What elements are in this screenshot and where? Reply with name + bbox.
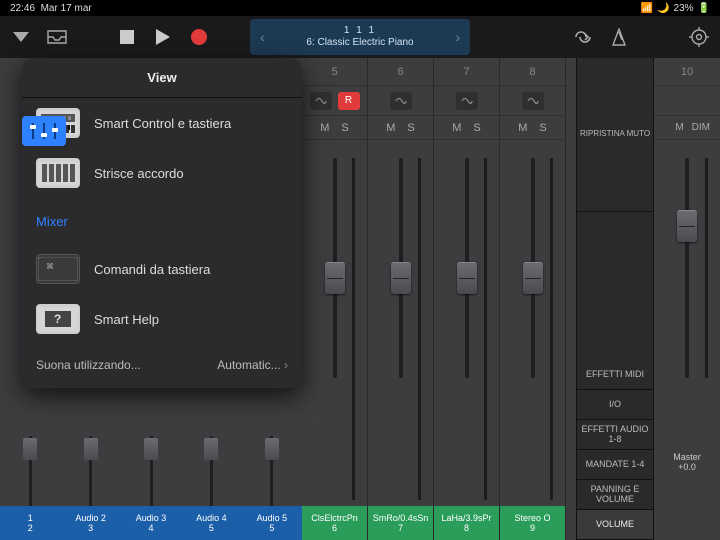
status-date: Mar 17 mar bbox=[41, 3, 92, 14]
volume-fader[interactable] bbox=[333, 158, 337, 378]
metronome-icon[interactable] bbox=[608, 26, 630, 48]
view-menu-item-chords[interactable]: Strisce accordo bbox=[22, 148, 302, 198]
solo-button[interactable]: S bbox=[539, 122, 546, 134]
channel-strip: 6 MS SmRo/0.4sSn7 bbox=[368, 58, 434, 540]
level-meter bbox=[352, 158, 355, 500]
channel-footer[interactable]: LaHa/3.9sPr8 bbox=[434, 506, 499, 540]
mixer-icon bbox=[22, 116, 66, 146]
mute-button[interactable]: M bbox=[452, 122, 461, 134]
view-menu-item-mixer[interactable]: Mixer bbox=[22, 198, 302, 244]
channel-footer[interactable]: ClsElctrcPn6 bbox=[302, 506, 367, 540]
level-meter bbox=[550, 158, 553, 500]
mute-button[interactable]: M bbox=[518, 122, 527, 134]
play-using-value: Automatic... bbox=[217, 358, 280, 372]
play-button[interactable] bbox=[152, 26, 174, 48]
master-meter bbox=[705, 158, 708, 378]
inbox-icon[interactable] bbox=[46, 26, 68, 48]
input-monitor-button[interactable] bbox=[310, 92, 332, 110]
lcd-position: 1 1 1 bbox=[306, 25, 413, 37]
help-icon: ? bbox=[36, 304, 80, 334]
status-bar: 22:46 Mar 17 mar 📶 🌙 23% 🔋 bbox=[0, 0, 720, 16]
signal-icon: 📶 bbox=[641, 3, 653, 14]
solo-button[interactable]: S bbox=[473, 122, 480, 134]
master-mute-button[interactable]: M bbox=[675, 122, 683, 133]
channel-footer[interactable]: Audio 45 bbox=[181, 506, 241, 540]
battery-percent: 23% bbox=[674, 3, 694, 14]
panel-section-button[interactable]: MANDATE 1-4 bbox=[577, 450, 653, 480]
popover-footer-row[interactable]: Suona utilizzando... Automatic... › bbox=[22, 344, 302, 388]
lcd-track-name: 6: Classic Electric Piano bbox=[306, 37, 413, 49]
view-menu-button[interactable] bbox=[10, 26, 32, 48]
menu-item-label: Comandi da tastiera bbox=[94, 262, 210, 277]
status-right: 📶 🌙 23% 🔋 bbox=[641, 3, 710, 14]
lcd-prev-icon[interactable]: ‹ bbox=[256, 29, 269, 45]
restore-mute-button[interactable]: RIPRISTINA MUTO bbox=[577, 58, 653, 212]
popover-title: View bbox=[22, 58, 302, 98]
menu-item-label: Smart Help bbox=[94, 312, 159, 327]
channel-number: 6 bbox=[368, 58, 433, 86]
dnd-icon: 🌙 bbox=[657, 3, 669, 14]
section-panel: RIPRISTINA MUTO EFFETTI MIDII/OEFFETTI A… bbox=[576, 58, 654, 540]
master-footer: Master +0.0 bbox=[654, 384, 720, 540]
svg-text:⌘: ⌘ bbox=[46, 262, 54, 271]
channel-footer[interactable]: Audio 55 bbox=[242, 506, 302, 540]
level-meter bbox=[418, 158, 421, 500]
record-button[interactable] bbox=[188, 26, 210, 48]
mute-button[interactable]: M bbox=[320, 122, 329, 134]
volume-fader[interactable] bbox=[531, 158, 535, 378]
master-channel: 10 M DIM Master +0.0 bbox=[654, 58, 720, 540]
channel-footer[interactable]: Audio 23 bbox=[60, 506, 120, 540]
channel-number: 8 bbox=[500, 58, 565, 86]
master-dim-button[interactable]: DIM bbox=[692, 122, 710, 133]
volume-fader[interactable] bbox=[465, 158, 469, 378]
status-time: 22:46 bbox=[10, 3, 35, 14]
level-meter bbox=[484, 158, 487, 500]
battery-icon: 🔋 bbox=[698, 3, 710, 14]
channel-number: 10 bbox=[654, 58, 720, 86]
channel-strip: 8 MS Stereo O9 bbox=[500, 58, 566, 540]
view-popover: View Smart Control e tastiera Strisce acc… bbox=[22, 58, 302, 388]
view-menu-item-help[interactable]: ? Smart Help bbox=[22, 294, 302, 344]
panel-section-button[interactable]: VOLUME bbox=[577, 510, 653, 540]
panel-section-button[interactable]: I/O bbox=[577, 390, 653, 420]
volume-fader[interactable] bbox=[399, 158, 403, 378]
menu-item-label: Smart Control e tastiera bbox=[94, 116, 231, 131]
settings-icon[interactable] bbox=[688, 26, 710, 48]
stop-button[interactable] bbox=[116, 26, 138, 48]
mute-button[interactable]: M bbox=[386, 122, 395, 134]
channel-number: 7 bbox=[434, 58, 499, 86]
cmd-icon: ⌘ bbox=[36, 254, 80, 284]
lcd-next-icon[interactable]: › bbox=[451, 29, 464, 45]
solo-button[interactable]: S bbox=[341, 122, 348, 134]
channel-footer[interactable]: 12 bbox=[0, 506, 60, 540]
panel-section-button[interactable]: EFFETTI AUDIO 1-8 bbox=[577, 420, 653, 450]
view-menu-item-cmd[interactable]: ⌘ Comandi da tastiera bbox=[22, 244, 302, 294]
channel-number: 5 bbox=[302, 58, 367, 86]
loop-icon[interactable] bbox=[572, 26, 594, 48]
channel-footer[interactable]: Audio 34 bbox=[121, 506, 181, 540]
channel-strip: 5 RMS ClsElctrcPn6 bbox=[302, 58, 368, 540]
solo-button[interactable]: S bbox=[407, 122, 414, 134]
menu-item-label: Strisce accordo bbox=[94, 166, 184, 181]
transport-bar: ‹ 1 1 1 6: Classic Electric Piano › bbox=[0, 16, 720, 58]
channel-footer[interactable]: SmRo/0.4sSn7 bbox=[368, 506, 433, 540]
panel-section-button[interactable]: PANNING E VOLUME bbox=[577, 480, 653, 510]
lcd-display[interactable]: ‹ 1 1 1 6: Classic Electric Piano › bbox=[250, 19, 470, 55]
chords-icon bbox=[36, 158, 80, 188]
play-using-label: Suona utilizzando... bbox=[36, 358, 141, 372]
input-monitor-button[interactable] bbox=[390, 92, 412, 110]
hidden-faders bbox=[0, 416, 302, 506]
input-monitor-button[interactable] bbox=[522, 92, 544, 110]
record-enable-button[interactable]: R bbox=[338, 92, 360, 110]
channel-footer[interactable]: Stereo O9 bbox=[500, 506, 565, 540]
chevron-right-icon: › bbox=[284, 358, 288, 372]
input-monitor-button[interactable] bbox=[456, 92, 478, 110]
svg-text:?: ? bbox=[54, 312, 61, 326]
panel-section-button[interactable]: EFFETTI MIDI bbox=[577, 360, 653, 390]
master-fader[interactable] bbox=[685, 158, 689, 378]
menu-item-label: Mixer bbox=[36, 214, 68, 229]
channel-strip: 7 MS LaHa/3.9sPr8 bbox=[434, 58, 500, 540]
